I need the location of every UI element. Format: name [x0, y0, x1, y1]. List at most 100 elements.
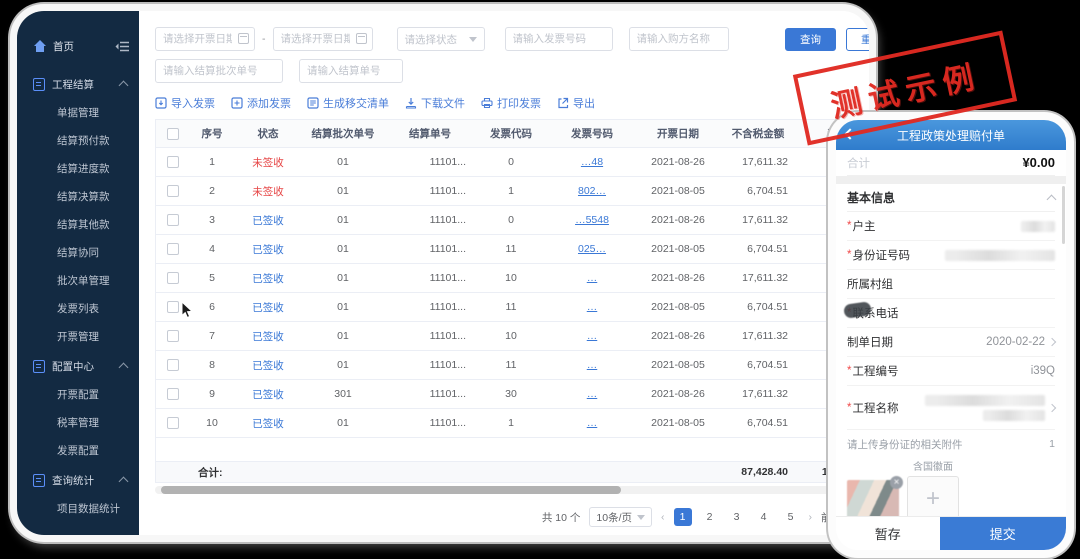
- field-create-date[interactable]: 制单日期 2020-02-22: [847, 328, 1055, 357]
- horizontal-scrollbar[interactable]: [155, 486, 876, 494]
- add-invoice-button[interactable]: 添加发票: [231, 95, 291, 111]
- table-row: 10 已签收 01 11101... 1 … 2021-08-05 6,704.…: [156, 409, 876, 438]
- field-phone-number[interactable]: *联系电话: [847, 299, 1055, 328]
- sidebar-item-tax-rate-mgmt[interactable]: 税率管理: [17, 409, 139, 437]
- sidebar-item-document-mgmt[interactable]: 单据管理: [17, 99, 139, 127]
- settlement-batch-input[interactable]: [155, 59, 283, 83]
- sidebar-item-final-payment[interactable]: 结算决算款: [17, 183, 139, 211]
- filter-row-2: [155, 59, 876, 83]
- settlement-number-input[interactable]: [299, 59, 403, 83]
- chevron-down-icon: [469, 37, 477, 42]
- reset-button[interactable]: 重置: [846, 28, 876, 51]
- sidebar-section-query-stats[interactable]: 查询统计: [17, 465, 139, 495]
- print-invoice-button[interactable]: 打印发票: [481, 95, 541, 111]
- mobile-scrollbar[interactable]: [1062, 186, 1065, 244]
- redacted-value: [983, 410, 1045, 421]
- row-checkbox[interactable]: [167, 330, 179, 342]
- download-file-button[interactable]: 下载文件: [405, 95, 465, 111]
- page-size-select[interactable]: 10条/页: [589, 507, 652, 527]
- invoice-link[interactable]: …: [587, 417, 598, 429]
- row-checkbox[interactable]: [167, 185, 179, 197]
- cell-code: 0: [476, 214, 546, 226]
- sidebar-section-settlement[interactable]: 工程结算: [17, 69, 139, 99]
- status-badge: 未签收: [234, 155, 302, 170]
- sidebar-home-label: 首页: [53, 39, 74, 54]
- sidebar-item-prepayment[interactable]: 结算预付款: [17, 127, 139, 155]
- submit-button[interactable]: 提交: [940, 517, 1067, 550]
- field-project-name[interactable]: *工程名称: [847, 386, 1055, 430]
- invoice-link[interactable]: …: [587, 330, 598, 342]
- sidebar-item-settlement-collab[interactable]: 结算协同: [17, 239, 139, 267]
- page-button-3[interactable]: 3: [728, 508, 746, 526]
- field-id-number[interactable]: *身份证号码: [847, 241, 1055, 270]
- table-total-row: 合计: 87,428.40 11,365.89: [156, 462, 876, 483]
- sidebar-section-config-center[interactable]: 配置中心: [17, 351, 139, 381]
- row-checkbox[interactable]: [167, 359, 179, 371]
- scrollbar-thumb[interactable]: [161, 486, 621, 494]
- page-button-1[interactable]: 1: [674, 508, 692, 526]
- plus-icon: +: [926, 485, 940, 513]
- invoice-link[interactable]: …: [587, 272, 598, 284]
- collapse-sidebar-icon[interactable]: [115, 41, 129, 52]
- invoice-link[interactable]: 025…: [578, 243, 606, 255]
- sidebar-item-batch-mgmt[interactable]: 批次单管理: [17, 267, 139, 295]
- generate-transfer-list-button[interactable]: 生成移交清单: [307, 95, 389, 111]
- date-start-field: [155, 27, 255, 51]
- invoice-link[interactable]: …: [587, 301, 598, 313]
- sidebar-item-invoice-list[interactable]: 发票列表: [17, 295, 139, 323]
- row-checkbox[interactable]: [167, 417, 179, 429]
- search-button[interactable]: 查询: [785, 28, 836, 51]
- sidebar-item-progress-payment[interactable]: 结算进度款: [17, 155, 139, 183]
- invoice-link[interactable]: …: [587, 359, 598, 371]
- section-divider: [836, 176, 1066, 184]
- col-batch-no: 结算批次单号: [302, 126, 384, 141]
- chevron-right-icon: [1048, 403, 1056, 411]
- import-invoice-button[interactable]: 导入发票: [155, 95, 215, 111]
- list-icon: [307, 97, 319, 109]
- import-icon: [155, 97, 167, 109]
- buyer-name-input[interactable]: [629, 27, 729, 51]
- row-checkbox[interactable]: [167, 388, 179, 400]
- invoice-link[interactable]: …: [587, 388, 598, 400]
- remove-photo-icon[interactable]: ×: [890, 476, 903, 489]
- row-checkbox[interactable]: [167, 214, 179, 226]
- basic-info-section[interactable]: 基本信息: [847, 184, 1055, 212]
- row-checkbox[interactable]: [167, 301, 179, 313]
- sidebar: 首页 工程结算 单据管理 结算预付款 结算进度款 结算决算款 结算其他款 结算协…: [17, 11, 139, 535]
- cell-amount: 17,611.32: [718, 214, 798, 226]
- cell-index: 2: [190, 185, 234, 197]
- sidebar-item-invoicing-mgmt[interactable]: 开票管理: [17, 323, 139, 351]
- row-checkbox[interactable]: [167, 243, 179, 255]
- next-page-button[interactable]: ›: [809, 511, 813, 523]
- sidebar-item-home[interactable]: 首页: [17, 33, 139, 59]
- page-button-5[interactable]: 5: [782, 508, 800, 526]
- cell-date: 2021-08-05: [638, 185, 718, 197]
- prev-page-button[interactable]: ‹: [661, 511, 665, 523]
- page-button-4[interactable]: 4: [755, 508, 773, 526]
- sidebar-item-other-payment[interactable]: 结算其他款: [17, 211, 139, 239]
- invoice-number-input[interactable]: [505, 27, 613, 51]
- table-row: 4 已签收 01 11101... 11 025… 2021-08-05 6,7…: [156, 235, 876, 264]
- save-draft-button[interactable]: 暂存: [836, 517, 940, 550]
- export-button[interactable]: 导出: [557, 95, 595, 111]
- field-project-code[interactable]: *工程编号 i39Q: [847, 357, 1055, 386]
- cell-amount: 6,704.51: [718, 417, 798, 429]
- invoice-link[interactable]: …5548: [575, 214, 609, 226]
- sidebar-item-project-data-stats[interactable]: 项目数据统计: [17, 495, 139, 523]
- select-all-checkbox[interactable]: [167, 128, 179, 140]
- row-checkbox[interactable]: [167, 272, 179, 284]
- page-button-2[interactable]: 2: [701, 508, 719, 526]
- sidebar-item-invoicing-config[interactable]: 开票配置: [17, 381, 139, 409]
- status-select[interactable]: 请选择状态: [397, 27, 485, 51]
- date-value: 2020-02-22: [986, 336, 1045, 348]
- cell-index: 8: [190, 359, 234, 371]
- field-owner[interactable]: *户主: [847, 212, 1055, 241]
- cell-date: 2021-08-05: [638, 359, 718, 371]
- invoice-link[interactable]: …48: [581, 156, 603, 168]
- sidebar-item-invoice-config[interactable]: 发票配置: [17, 437, 139, 465]
- cell-amount: 6,704.51: [718, 301, 798, 313]
- invoice-link[interactable]: 802…: [578, 185, 606, 197]
- cell-settle: 11101...: [384, 330, 476, 342]
- row-checkbox[interactable]: [167, 156, 179, 168]
- field-village-group[interactable]: 所属村组: [847, 270, 1055, 299]
